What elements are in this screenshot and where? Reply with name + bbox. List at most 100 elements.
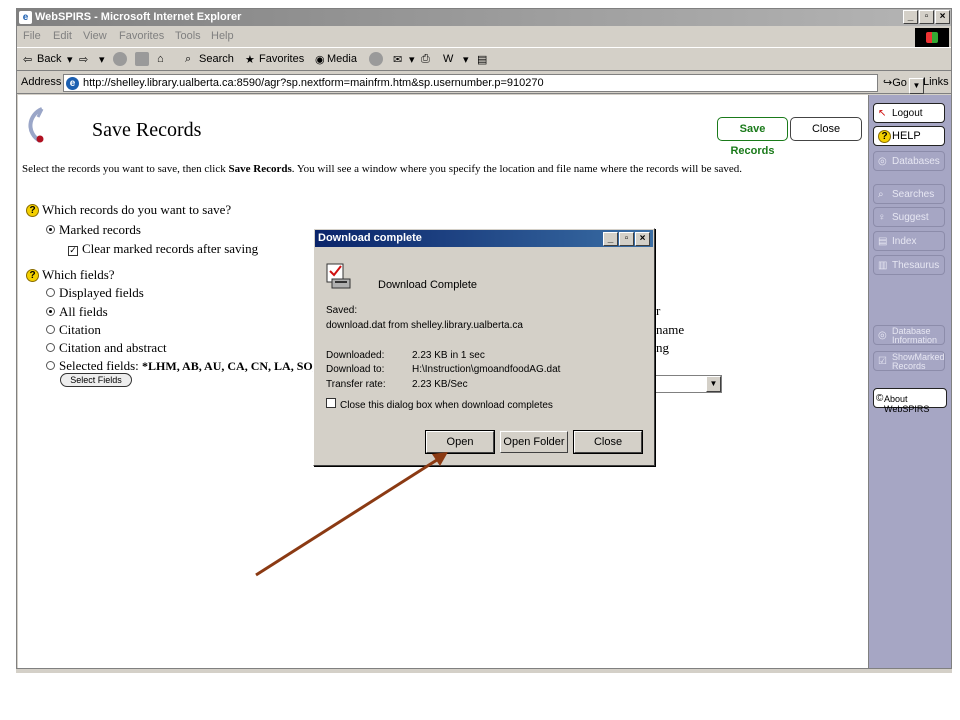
close-button[interactable]: Close [790, 117, 862, 141]
search-button[interactable]: Search [199, 53, 234, 65]
sidebar-item-suggest[interactable]: ♀ Suggest [873, 207, 945, 227]
dialog-minimize-button[interactable]: _ [603, 232, 618, 246]
links-button[interactable]: Links [923, 76, 949, 88]
mail-icon[interactable]: ✉ [393, 53, 402, 66]
title-bar[interactable]: e WebSPIRS - Microsoft Internet Explorer… [17, 9, 951, 26]
close-when-done-checkbox[interactable]: Close this dialog box when download comp… [326, 398, 553, 411]
download-complete-dialog: Download complete _ ▫ × Download Complet… [313, 228, 655, 466]
print-icon[interactable]: ⎙ [421, 53, 430, 66]
sidebar-label-line2: Information [892, 335, 938, 345]
menu-file[interactable]: File [23, 30, 41, 42]
help-icon: ? [878, 130, 891, 143]
radio-icon[interactable] [46, 361, 55, 370]
radio-all-fields[interactable]: All fields [46, 304, 108, 320]
download-complete-icon [326, 263, 351, 289]
radio-selected-fields[interactable]: Selected fields: *LHM, AB, AU, CA, CN, L… [46, 358, 316, 374]
question-icon: ? [26, 269, 39, 282]
search-icon[interactable]: ⌕ [185, 53, 191, 66]
radio-icon[interactable] [46, 325, 55, 334]
go-label: Go [892, 77, 907, 89]
menu-tools[interactable]: Tools [175, 30, 201, 42]
checkbox-clear-marked[interactable]: ✓ Clear marked records after saving [68, 241, 258, 257]
radio-citation[interactable]: Citation [46, 322, 101, 338]
discuss-icon[interactable]: ▤ [477, 53, 487, 66]
selected-fields-list: *LHM, AB, AU, CA, CN, LA, SO, [142, 359, 316, 373]
checkbox-checked-icon[interactable]: ✓ [68, 246, 78, 256]
forward-icon[interactable]: ⇨ [79, 53, 88, 66]
chevron-down-icon[interactable]: ▼ [706, 376, 721, 392]
radio-icon[interactable] [46, 288, 55, 297]
sidebar-item-logout[interactable]: ↖ Logout [873, 103, 945, 123]
address-url[interactable]: http://shelley.library.ualberta.ca:8590/… [83, 77, 544, 89]
forward-dropdown-icon[interactable]: ▾ [99, 53, 105, 66]
dialog-close-icon[interactable]: × [635, 232, 650, 246]
webspirs-logo-icon [28, 107, 44, 143]
media-icon[interactable]: ◉ [315, 53, 325, 66]
sidebar-item-thesaurus[interactable]: ▥ Thesaurus [873, 255, 945, 275]
sidebar-label: Suggest [892, 212, 929, 223]
download-to-label: Download to: [326, 364, 385, 375]
edit-dropdown-icon[interactable]: ▾ [463, 53, 469, 66]
dialog-maximize-button[interactable]: ▫ [619, 232, 634, 246]
about-icon: © [876, 393, 884, 404]
back-dropdown-icon[interactable]: ▾ [67, 53, 73, 66]
sidebar-item-searches[interactable]: ⌕ Searches [873, 184, 945, 204]
selected-fields-label: Selected fields: [59, 358, 143, 373]
instructions-text: Select the records you want to save, the… [22, 163, 742, 175]
dialog-close-button[interactable]: Close [573, 430, 643, 454]
refresh-icon[interactable] [135, 52, 149, 66]
radio-selected-icon[interactable] [46, 225, 55, 234]
minimize-button[interactable]: _ [903, 10, 918, 24]
go-button[interactable]: ↪Go [883, 76, 907, 89]
database-info-icon: ◎ [878, 330, 887, 341]
instructions-bold: Save Records [228, 163, 292, 175]
sidebar-item-databases[interactable]: ◎ Databases [873, 151, 945, 171]
question-fields-label: Which fields? [42, 267, 115, 282]
saved-label: Saved: [326, 305, 358, 316]
radio-icon[interactable] [46, 343, 55, 352]
thesaurus-icon: ▥ [878, 260, 888, 271]
menu-favorites[interactable]: Favorites [119, 30, 164, 42]
address-input[interactable]: e http://shelley.library.ualberta.ca:859… [63, 74, 924, 94]
save-records-button[interactable]: Save Records [717, 117, 788, 157]
sidebar-item-show-marked-records[interactable]: ☑ ShowMarked Records [873, 351, 945, 371]
windows-flag-icon [926, 32, 938, 43]
sidebar-item-about[interactable]: © About WebSPIRS [873, 388, 947, 414]
menu-bar: File Edit View Favorites Tools Help [17, 27, 951, 46]
history-icon[interactable] [369, 52, 383, 66]
sidebar-item-help[interactable]: ? HELP [873, 126, 945, 146]
address-bar: Address e http://shelley.library.ualbert… [17, 72, 951, 94]
favorites-icon[interactable]: ★ [245, 53, 255, 66]
favorites-button[interactable]: Favorites [259, 53, 304, 65]
stop-icon[interactable] [113, 52, 127, 66]
sidebar-item-database-information[interactable]: ◎ Database Information [873, 325, 945, 345]
back-button[interactable]: Back [37, 53, 61, 65]
address-dropdown-icon[interactable]: ▼ [909, 78, 924, 94]
sidebar-label: Searches [892, 189, 935, 200]
maximize-button[interactable]: ▫ [919, 10, 934, 24]
clear-marked-label: Clear marked records after saving [82, 241, 259, 256]
field-format-select[interactable]: ▼ [650, 375, 722, 393]
media-button[interactable]: Media [327, 53, 357, 65]
menu-help[interactable]: Help [211, 30, 234, 42]
menu-edit[interactable]: Edit [53, 30, 72, 42]
instructions-pre: Select the records you want to save, the… [22, 163, 229, 175]
dialog-title-bar[interactable]: Download complete _ ▫ × [315, 230, 653, 247]
close-window-button[interactable]: × [935, 10, 950, 24]
open-button[interactable]: Open [425, 430, 495, 454]
mail-dropdown-icon[interactable]: ▾ [409, 53, 415, 66]
select-fields-button[interactable]: Select Fields [60, 373, 132, 387]
back-arrow-icon[interactable]: ⇦ [23, 53, 32, 66]
download-to-value: H:\Instruction\gmoandfoodAG.dat [412, 364, 561, 375]
radio-displayed-fields[interactable]: Displayed fields [46, 285, 144, 301]
radio-selected-icon[interactable] [46, 307, 55, 316]
open-folder-button[interactable]: Open Folder [500, 431, 568, 453]
home-icon[interactable]: ⌂ [157, 53, 164, 65]
sidebar-label: About WebSPIRS [884, 394, 930, 414]
radio-marked-records[interactable]: Marked records [46, 222, 141, 238]
sidebar-item-index[interactable]: ▤ Index [873, 231, 945, 251]
checkbox-unchecked-icon[interactable] [326, 398, 336, 408]
menu-view[interactable]: View [83, 30, 107, 42]
radio-citation-abstract[interactable]: Citation and abstract [46, 340, 167, 356]
edit-icon[interactable]: W [443, 53, 453, 65]
